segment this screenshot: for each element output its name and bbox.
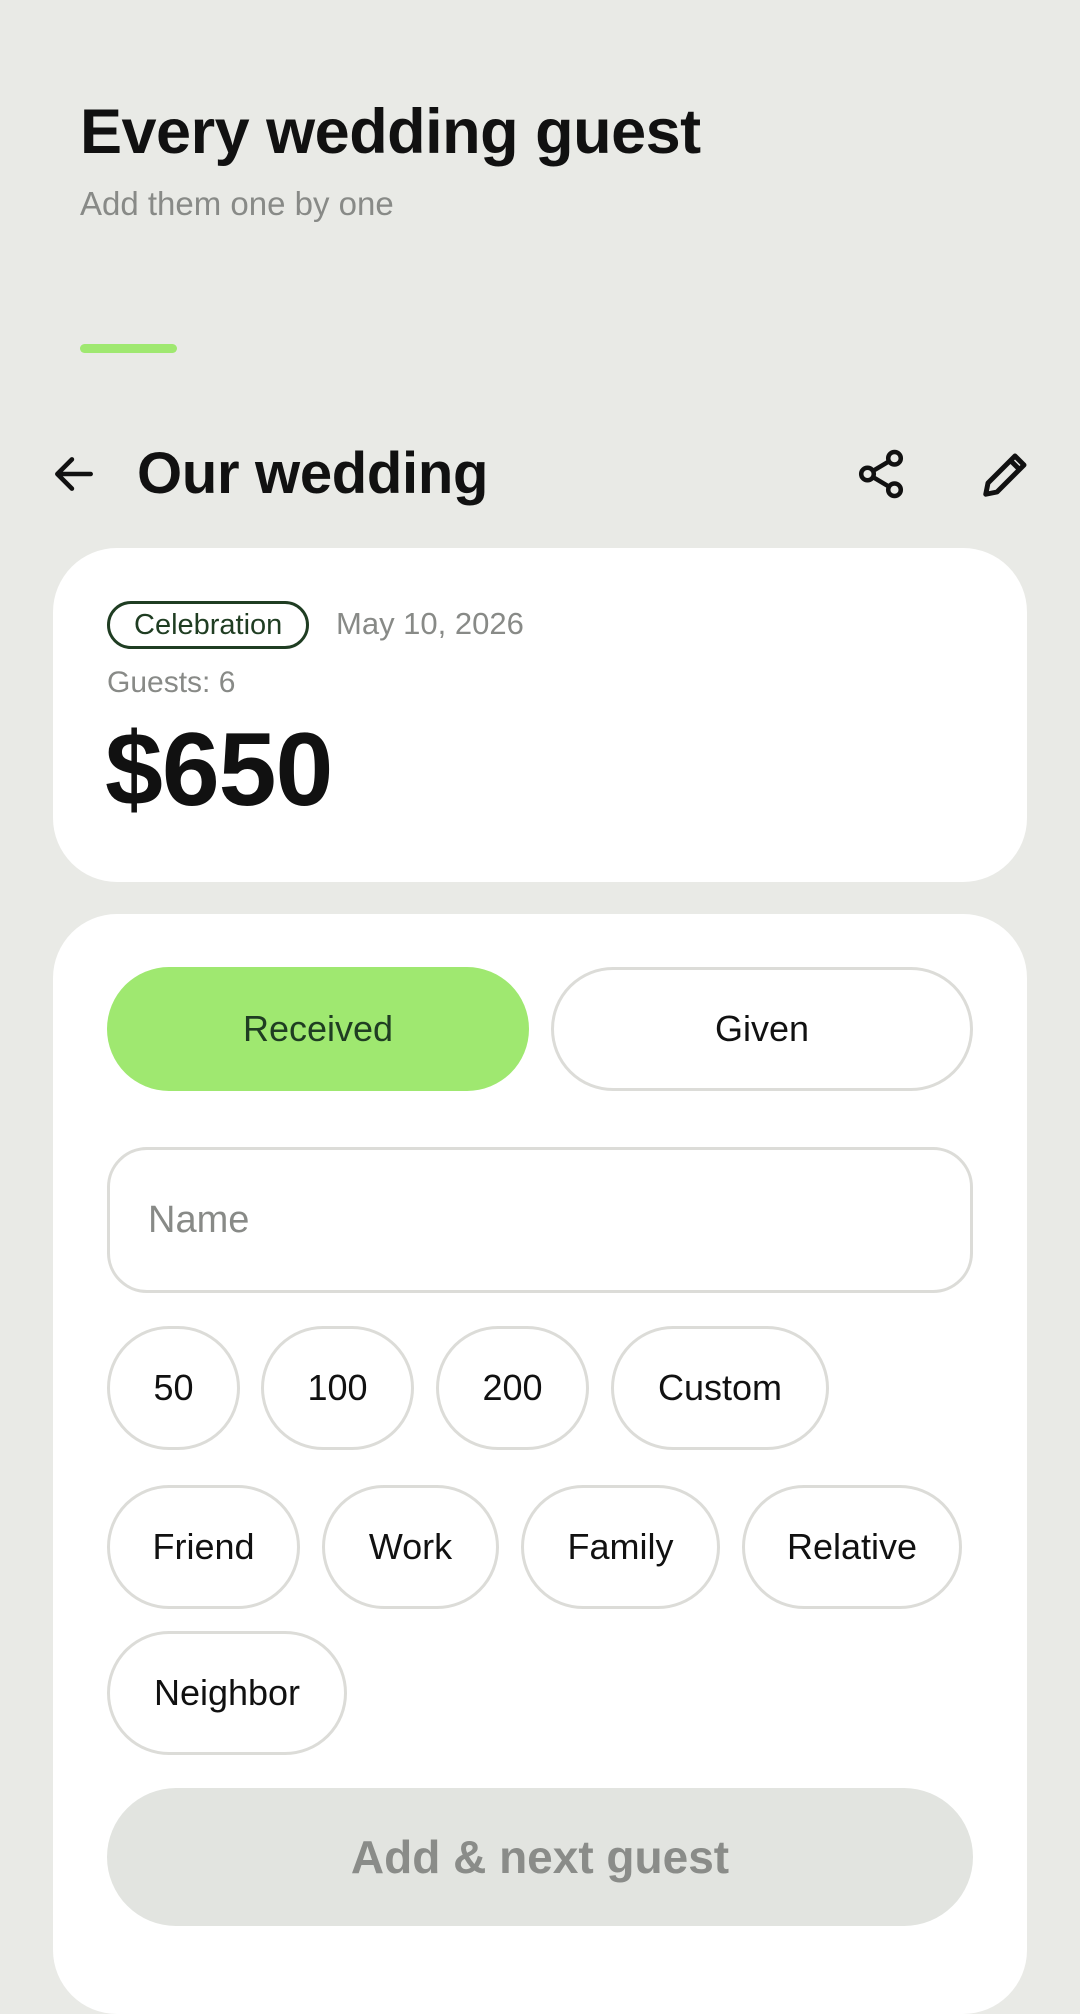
event-summary-card: Celebration May 10, 2026 Guests: 6 $650 bbox=[53, 548, 1027, 882]
onboarding-header: Every wedding guest Add them one by one bbox=[80, 97, 1000, 223]
add-guest-form: Received Given 50 100 200 Custom Friend … bbox=[53, 914, 1027, 2014]
name-input[interactable] bbox=[107, 1147, 973, 1293]
event-type-badge: Celebration bbox=[107, 601, 310, 649]
edit-button[interactable] bbox=[962, 430, 1050, 518]
add-next-guest-button[interactable]: Add & next guest bbox=[107, 1788, 973, 1926]
event-date: May 10, 2026 bbox=[336, 606, 524, 641]
total-amount: $650 bbox=[105, 712, 333, 828]
onboarding-subtitle: Add them one by one bbox=[80, 185, 394, 223]
received-toggle[interactable]: Received bbox=[107, 967, 529, 1091]
progress-indicator bbox=[80, 344, 177, 353]
event-title: Our wedding bbox=[137, 441, 489, 506]
back-button[interactable] bbox=[30, 430, 118, 518]
amount-chip-200[interactable]: 200 bbox=[436, 1326, 589, 1450]
relation-chip-relative[interactable]: Relative bbox=[742, 1485, 962, 1609]
relation-chip-family[interactable]: Family bbox=[521, 1485, 720, 1609]
pencil-icon bbox=[983, 453, 1027, 497]
given-toggle[interactable]: Given bbox=[551, 967, 973, 1091]
amount-chip-50[interactable]: 50 bbox=[107, 1326, 240, 1450]
amount-chip-custom[interactable]: Custom bbox=[611, 1326, 829, 1450]
relation-chip-neighbor[interactable]: Neighbor bbox=[107, 1631, 347, 1755]
onboarding-title: Every wedding guest bbox=[80, 97, 701, 167]
guests-count: Guests: 6 bbox=[107, 666, 236, 699]
relation-chip-work[interactable]: Work bbox=[322, 1485, 499, 1609]
app-bar: Our wedding bbox=[0, 430, 1080, 518]
share-button[interactable] bbox=[837, 430, 925, 518]
share-icon bbox=[858, 449, 904, 499]
amount-chip-100[interactable]: 100 bbox=[261, 1326, 414, 1450]
relation-chip-friend[interactable]: Friend bbox=[107, 1485, 300, 1609]
back-arrow-icon bbox=[55, 457, 93, 491]
